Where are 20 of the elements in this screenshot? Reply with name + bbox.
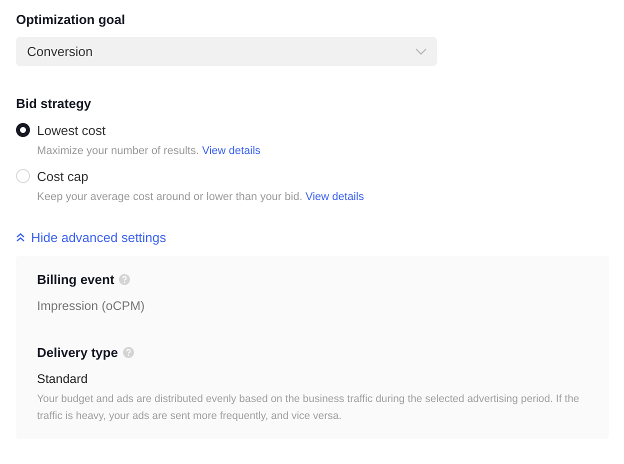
- help-icon[interactable]: [122, 347, 134, 358]
- setting-value: Standard: [37, 372, 89, 386]
- setting-title: Billing event: [37, 272, 114, 287]
- option-label[interactable]: Lowest cost: [37, 122, 106, 138]
- section-title: Optimization goal: [16, 12, 126, 27]
- option-label[interactable]: Cost cap: [37, 168, 88, 184]
- view-details-link[interactable]: View details: [202, 145, 261, 157]
- section-title: Bid strategy: [16, 96, 92, 111]
- help-icon[interactable]: [119, 274, 130, 285]
- setting-description: Your budget and ads are distributed evenly based on the business traffic during the selected advertising period. If the traffic is heavy, your ads are sent more frequently, and vice versa.: [37, 392, 580, 424]
- setting-title: Delivery type: [37, 345, 118, 360]
- option-description: Maximize your number of results.: [37, 145, 199, 157]
- goal-dropdown[interactable]: Conversion: [16, 37, 437, 66]
- view-details-link[interactable]: View details: [305, 191, 364, 203]
- chevron-down-icon: [415, 48, 427, 56]
- advanced-settings-toggle[interactable]: Hide advanced settings: [16, 230, 166, 245]
- setting-value: Impression (oCPM): [37, 299, 146, 313]
- radio-button[interactable]: [16, 123, 30, 137]
- double-chevron-up-icon: [16, 233, 25, 242]
- option-description: Keep your average cost around or lower than your bid.: [37, 191, 302, 203]
